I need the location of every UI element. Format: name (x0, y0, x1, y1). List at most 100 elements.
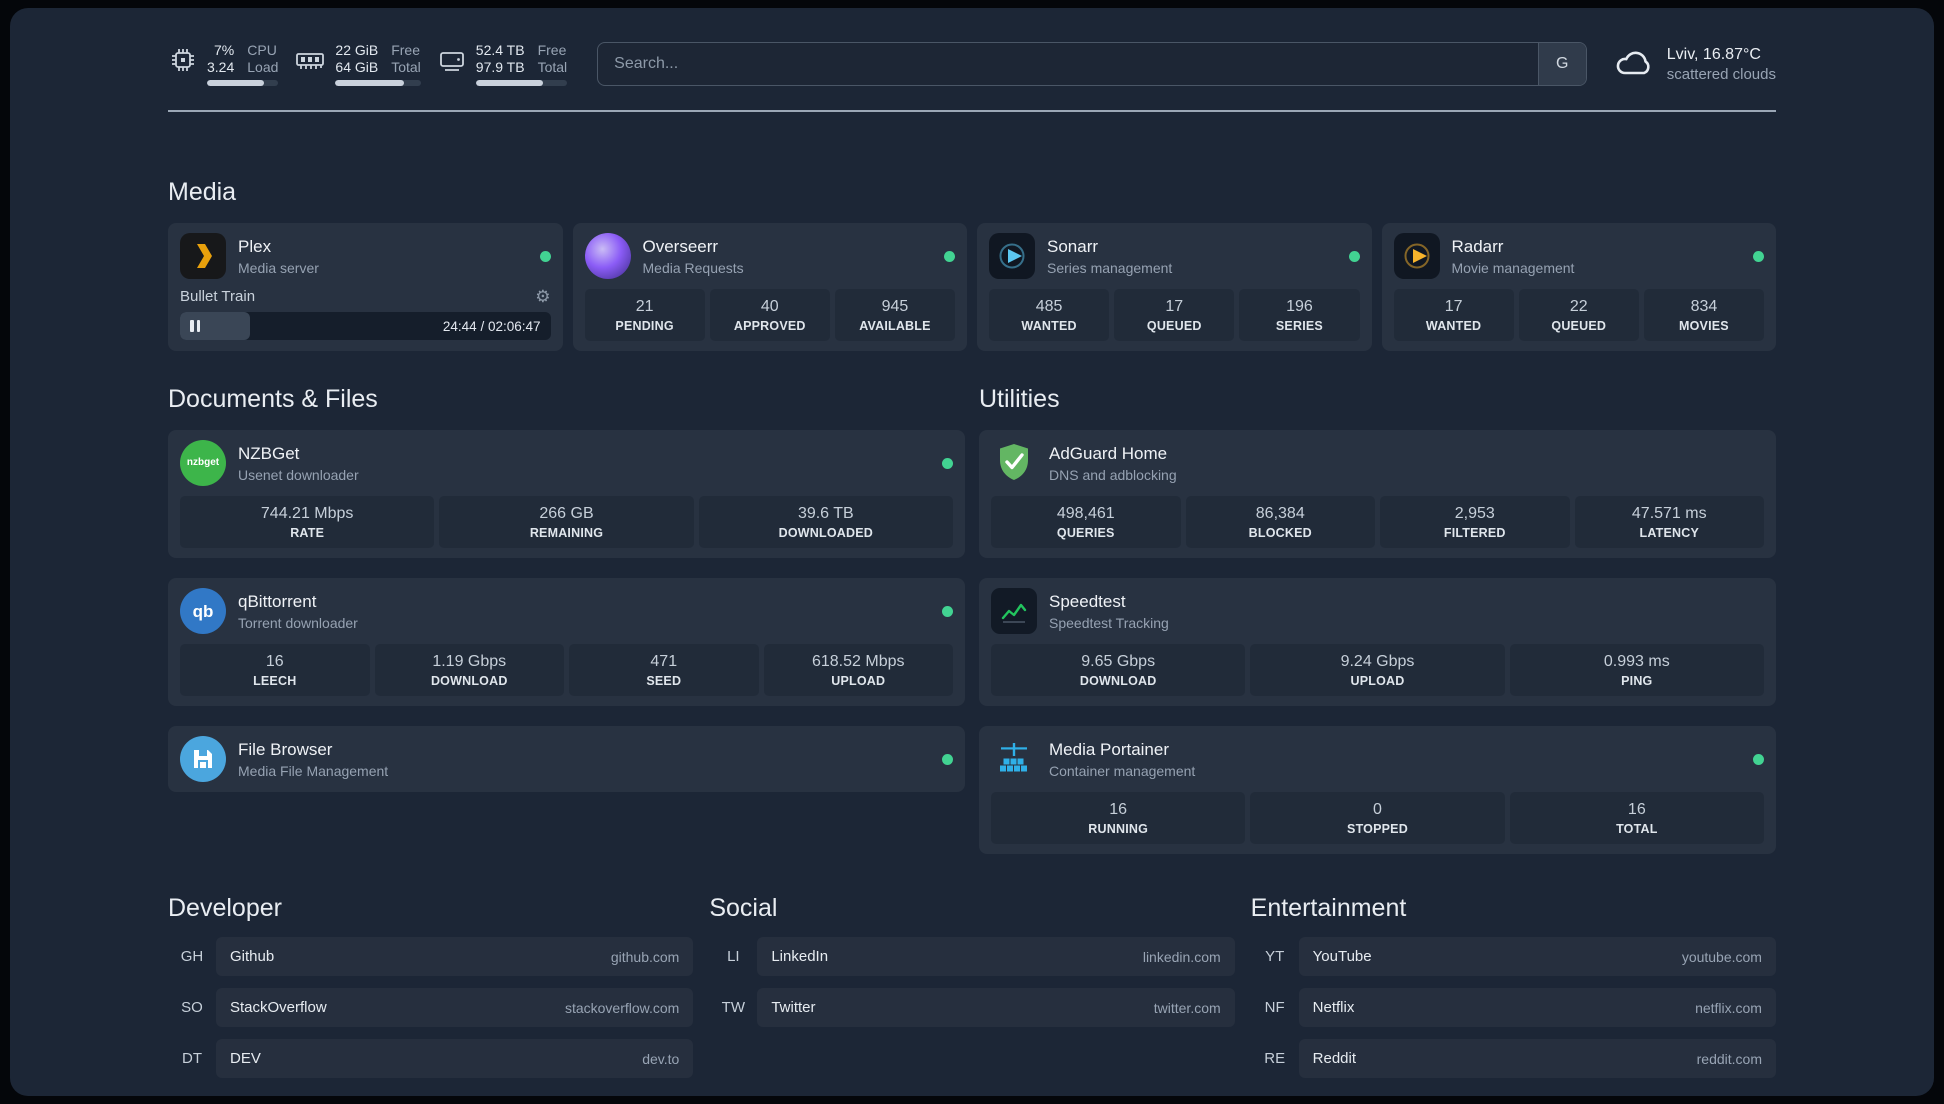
service-card-portainer[interactable]: Media Portainer Container management 16 … (979, 726, 1776, 854)
sonarr-play-icon (999, 243, 1025, 269)
bookmark-twitter[interactable]: TW Twitter twitter.com (709, 988, 1235, 1027)
service-card-radarr[interactable]: Radarr Movie management 17 WANTED 22 QUE… (1381, 223, 1776, 351)
service-card-qbittorrent[interactable]: qb qBittorrent Torrent downloader 16 LEE… (168, 578, 965, 706)
search-input[interactable] (598, 43, 1538, 85)
status-indicator (942, 753, 953, 765)
cpu-label: CPU (247, 42, 277, 58)
bookmark-netflix[interactable]: NF Netflix netflix.com (1251, 988, 1776, 1027)
service-name: File Browser (238, 739, 333, 759)
stat-label: FILTERED (1443, 526, 1506, 540)
overseerr-icon (584, 233, 631, 279)
shield-check-icon (1000, 444, 1028, 480)
service-name: Plex (238, 236, 272, 256)
service-card-nzbget[interactable]: nzbget NZBGet Usenet downloader 744.21 M… (168, 430, 965, 558)
qbittorrent-icon: qb (180, 588, 226, 634)
stat-tile: 17 QUEUED (1114, 289, 1235, 341)
stat-value: 39.6 TB (797, 505, 854, 522)
status-indicator (942, 605, 953, 617)
stat-tile: 16 LEECH (180, 644, 370, 696)
stat-tile: 39.6 TB DOWNLOADED (698, 496, 953, 548)
bookmark-github[interactable]: GH Github github.com (168, 937, 694, 976)
bookmark-url: reddit.com (1696, 1050, 1762, 1067)
service-card-adguard[interactable]: AdGuard Home DNS and adblocking 498,461 … (979, 430, 1776, 558)
stat-label: DOWNLOAD (1079, 674, 1157, 688)
weather-location: Lviv, 16.87°C (1666, 45, 1761, 63)
weather-widget[interactable]: Lviv, 16.87°C scattered clouds (1613, 46, 1776, 83)
weather-condition: scattered clouds (1666, 65, 1776, 83)
stat-value: 1.19 Gbps (432, 653, 507, 670)
bookmark-abbr: SO (181, 999, 203, 1016)
pause-icon[interactable] (190, 320, 200, 332)
stat-label: UPLOAD (831, 674, 886, 688)
bookmark-abbr: RE (1264, 1050, 1286, 1067)
service-name: Radarr (1451, 236, 1504, 256)
stat-tile: 834 MOVIES (1643, 289, 1765, 341)
service-name: NZBGet (238, 443, 300, 463)
status-indicator (1753, 250, 1764, 262)
nzbget-icon: nzbget (180, 440, 226, 486)
service-name: Speedtest (1049, 591, 1126, 611)
stat-value: 0 (1373, 801, 1382, 818)
stat-tile: 16 RUNNING (991, 792, 1246, 844)
service-card-sonarr[interactable]: Sonarr Series management 485 WANTED 17 Q… (977, 223, 1372, 351)
bookmark-linkedin[interactable]: LI LinkedIn linkedin.com (709, 937, 1235, 976)
bookmark-stackoverflow[interactable]: SO StackOverflow stackoverflow.com (168, 988, 694, 1027)
stat-label: TOTAL (1616, 822, 1658, 836)
stat-label: RUNNING (1088, 822, 1149, 836)
media-heading: Media (168, 178, 237, 206)
bookmark-abbr: DT (182, 1050, 202, 1067)
service-description: Movie management (1451, 259, 1575, 276)
cpu-load-label: Load (247, 59, 279, 75)
disk-widget: 52.4 TB Free 97.9 TB Total (437, 42, 568, 86)
bookmark-url: netflix.com (1695, 999, 1762, 1016)
service-description: Torrent downloader (238, 614, 358, 631)
qbittorrent-icon-text: qb (192, 601, 214, 621)
dashboard: 7% CPU 3.24 Load 22 GiB Free 64 GiB Tota… (10, 8, 1934, 1096)
bookmark-abbr: TW (721, 999, 745, 1016)
bookmark-url: linkedin.com (1142, 948, 1221, 965)
stat-label: PENDING (615, 319, 674, 333)
stat-label: WANTED (1021, 319, 1077, 333)
service-description: Media File Management (238, 762, 389, 779)
disk-progress-fill (475, 80, 544, 86)
cpu-progress-bar (207, 80, 279, 86)
bookmark-name: YouTube (1312, 948, 1372, 965)
service-description: DNS and adblocking (1049, 466, 1177, 483)
bookmark-reddit[interactable]: RE Reddit reddit.com (1251, 1039, 1776, 1078)
bookmark-url: github.com (610, 948, 680, 965)
stat-tile: 40 APPROVED (709, 289, 830, 341)
status-indicator (942, 457, 953, 469)
gear-icon[interactable]: ⚙ (535, 288, 550, 305)
bookmark-youtube[interactable]: YT YouTube youtube.com (1251, 937, 1776, 976)
memory-free-label: Free (391, 42, 421, 58)
service-card-overseerr[interactable]: Overseerr Media Requests 21 PENDING 40 A… (572, 223, 967, 351)
bookmark-name: StackOverflow (230, 999, 327, 1016)
stat-tile: 17 WANTED (1393, 289, 1514, 341)
stat-value: 196 (1286, 298, 1313, 315)
stat-value: 86,384 (1255, 505, 1305, 522)
service-card-filebrowser[interactable]: File Browser Media File Management (168, 726, 965, 792)
service-card-speedtest[interactable]: Speedtest Speedtest Tracking 9.65 Gbps D… (979, 578, 1776, 706)
social-heading: Social (709, 894, 778, 922)
stat-label: SEED (646, 674, 682, 688)
memory-widget: 22 GiB Free 64 GiB Total (294, 42, 421, 86)
stat-value: 485 (1035, 298, 1063, 315)
stat-label: QUEUED (1551, 319, 1607, 333)
stat-tile: 485 WANTED (989, 289, 1110, 341)
bookmark-url: twitter.com (1153, 999, 1221, 1016)
service-description: Series management (1047, 259, 1173, 276)
stat-label: WANTED (1425, 319, 1482, 333)
stat-tile: 21 PENDING (584, 289, 705, 341)
stat-value: 498,461 (1056, 505, 1115, 522)
stat-value: 17 (1165, 298, 1184, 315)
stat-value: 16 (1627, 801, 1646, 818)
search-provider-button[interactable]: G (1537, 43, 1586, 85)
bookmark-dev[interactable]: DT DEV dev.to (168, 1039, 694, 1078)
service-card-plex[interactable]: Plex Media server Bullet Train ⚙ 24:44 /… (168, 223, 563, 351)
section-utilities: Utilities AdGuard Home DNS and adblockin… (979, 385, 1776, 854)
stat-value: 47.571 ms (1631, 505, 1707, 522)
service-description: Media server (238, 259, 319, 276)
disk-free-label: Free (537, 42, 567, 58)
top-bar: 7% CPU 3.24 Load 22 GiB Free 64 GiB Tota… (168, 8, 1776, 86)
stat-value: 471 (650, 653, 678, 670)
